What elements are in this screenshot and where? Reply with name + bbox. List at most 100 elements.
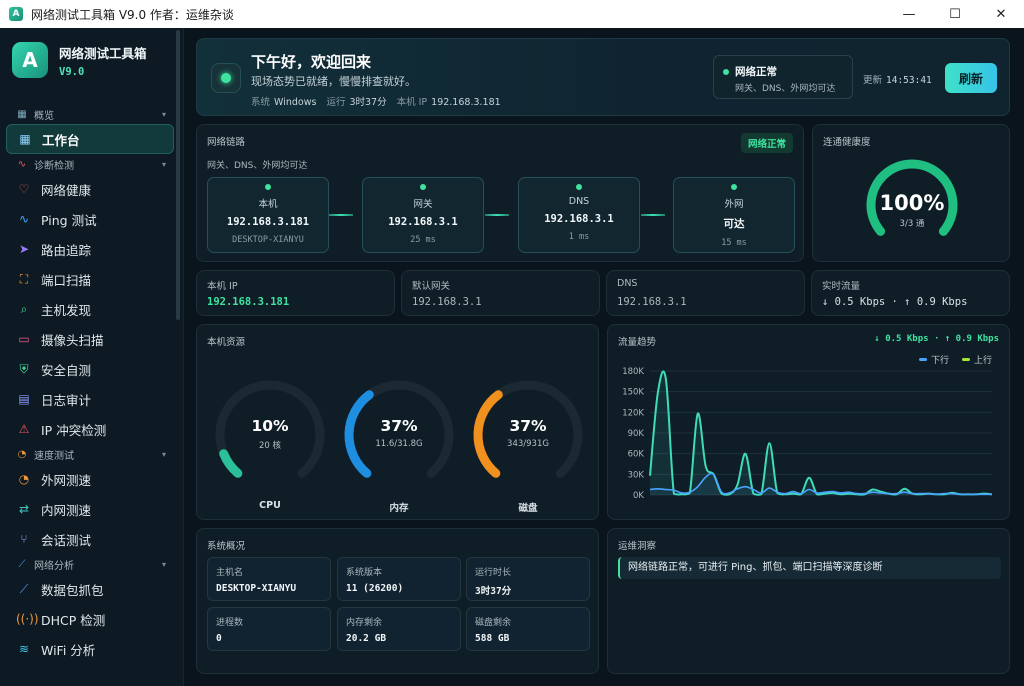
nav-section-1[interactable]: ∿ 诊断检测 ▾ <box>6 154 174 174</box>
sidebar-item-1-7[interactable]: ▤ 日志审计 <box>6 384 174 414</box>
system-title: 系统概况 <box>207 541 246 552</box>
sidebar-item-2-2[interactable]: ⑂ 会话测试 <box>6 524 174 554</box>
sidebar-item-1-5[interactable]: ▭ 摄像头扫描 <box>6 324 174 354</box>
sidebar-item-2-0[interactable]: ◔ 外网测速 <box>6 464 174 494</box>
os-version-tile: 系统版本 11 (26200) <box>337 557 461 601</box>
trend-icon: ⟋ <box>19 581 29 596</box>
refresh-button[interactable]: 刷新 <box>945 63 997 93</box>
node-sub: 25 ms <box>410 235 436 245</box>
node-value: 可达 <box>723 218 745 230</box>
cpu-percent: 10% <box>251 417 289 435</box>
sidebar-item-1-8[interactable]: ⚠ IP 冲突检测 <box>6 414 174 444</box>
chain-node-internet[interactable]: 外网 可达 15 ms <box>673 177 795 253</box>
nav-section-3[interactable]: ⟋ 网络分析 ▾ <box>6 554 174 574</box>
minimize-button[interactable]: — <box>886 0 932 28</box>
system-label: 系统 <box>251 97 271 108</box>
health-count: 3/3 通 <box>899 219 925 229</box>
gauge-arc-0 <box>219 449 243 478</box>
uptime-value: 3时37分 <box>349 97 387 108</box>
chevron-down-icon[interactable]: ▾ <box>162 160 166 169</box>
trend-icon: ⟋ <box>18 558 26 570</box>
grid-icon: ▦ <box>17 108 27 120</box>
sidebar-item-1-0[interactable]: ♡ 网络健康 <box>6 174 174 204</box>
sidebar-item-label: 日志审计 <box>41 392 92 408</box>
traffic-chart: 0K 30K 60K 90K 120K 150K 180K <box>622 367 993 501</box>
close-button[interactable]: ✕ <box>978 0 1024 28</box>
system-value: Windows <box>274 97 317 108</box>
ops-insight-card: 运维洞察 网络链路正常，可进行 Ping、抓包、端口扫描等深度诊断 <box>607 528 1010 674</box>
app-logo-icon: A <box>12 42 48 78</box>
connectivity-health-card: 连通健康度 100% 3/3 通 <box>812 124 1010 262</box>
traffic-value: ↓ 0.5 Kbps · ↑ 0.9 Kbps <box>822 296 968 308</box>
node-label: DNS <box>568 196 590 207</box>
node-value: 192.168.3.1 <box>388 216 458 228</box>
memory-free-tile: 内存剩余 20.2 GB <box>337 607 461 651</box>
maximize-button[interactable]: ☐ <box>932 0 978 28</box>
memory-percent: 37% <box>380 417 418 435</box>
sidebar-item-1-2[interactable]: ➤ 路由追踪 <box>6 234 174 264</box>
scan-icon: ⛶ <box>19 271 29 286</box>
chain-link <box>485 214 509 216</box>
nav-section-label: 速度测试 <box>34 450 74 462</box>
node-label: 网关 <box>413 199 433 210</box>
ip-label: 本机 IP <box>396 97 428 108</box>
dns-card: DNS 192.168.3.1 <box>606 270 805 316</box>
title-bar: A 网络测试工具箱 V9.0 作者：运维杂谈 — ☐ ✕ <box>0 0 1024 28</box>
y-tick-label: 90K <box>628 429 645 439</box>
chain-node-local[interactable]: 本机 192.168.3.181 DESKTOP-XIANYU <box>207 177 329 253</box>
sidebar-scrollbar[interactable] <box>176 30 180 320</box>
resources-card: 本机资源 10% 20 核 CPU 37% 11.6/31.8G 内存 37% … <box>196 324 599 520</box>
sidebar-item-label: 摄像头扫描 <box>41 332 104 348</box>
chevron-down-icon[interactable]: ▾ <box>162 110 166 119</box>
sidebar-item-1-6[interactable]: ⛨ 安全自测 <box>6 354 174 384</box>
wifi-icon: ≋ <box>18 642 30 656</box>
status-dot-icon <box>211 63 241 93</box>
host-meta: 系统 Windows 运行 3时37分 本机 IP 192.168.3.181 <box>251 94 501 108</box>
node-sub: 15 ms <box>721 238 747 248</box>
chain-node-gateway[interactable]: 网关 192.168.3.1 25 ms <box>362 177 484 253</box>
cpu-label: CPU <box>259 500 281 511</box>
sidebar-item-3-2[interactable]: ≋ WiFi 分析 <box>6 634 174 664</box>
brand: A 网络测试工具箱 V9.0 <box>12 42 147 78</box>
nav-section-2[interactable]: ◔ 速度测试 ▾ <box>6 444 174 464</box>
ops-title: 运维洞察 <box>618 541 657 552</box>
last-updated: 更新 14:53:41 <box>863 75 932 86</box>
chevron-down-icon[interactable]: ▾ <box>162 450 166 459</box>
health-percent: 100% <box>879 191 945 215</box>
sidebar-item-label: 会话测试 <box>41 532 92 548</box>
sidebar-item-label: Ping 测试 <box>41 212 97 228</box>
sidebar-item-3-1[interactable]: ((·)) DHCP 检测 <box>6 604 174 634</box>
sidebar-item-1-1[interactable]: ∿ Ping 测试 <box>6 204 174 234</box>
cpu-detail: 20 核 <box>258 441 282 451</box>
network-chain-card: 网络链路 网络正常 网关、DNS、外网均可达 本机 192.168.3.181 … <box>196 124 804 262</box>
sidebar-item-0-0[interactable]: ▦ 工作台 <box>6 124 174 154</box>
y-tick-label: 150K <box>622 388 644 398</box>
sidebar-item-2-1[interactable]: ⇄ 内网测速 <box>6 494 174 524</box>
main-content: 下午好，欢迎回来 现场态势已就绪，慢慢排查就好。 系统 Windows 运行 3时3… <box>184 28 1024 686</box>
sidebar-item-1-4[interactable]: ⌕ 主机发现 <box>6 294 174 324</box>
chain-node-dns[interactable]: DNS 192.168.3.1 1 ms <box>518 177 640 253</box>
nav-section-0[interactable]: ▦ 概览 ▾ <box>6 104 174 124</box>
chevron-down-icon[interactable]: ▾ <box>162 560 166 569</box>
disk-percent: 37% <box>509 417 547 435</box>
status-badge: 网络正常 <box>740 133 793 153</box>
welcome-banner: 下午好，欢迎回来 现场态势已就绪，慢慢排查就好。 系统 Windows 运行 3时3… <box>196 38 1010 116</box>
traffic-label: 实时流量 <box>822 281 861 292</box>
nav-section-label: 网络分析 <box>34 560 74 572</box>
sidebar-item-label: DHCP 检测 <box>41 612 106 628</box>
chain-subtitle: 网关、DNS、外网均可达 <box>207 161 308 171</box>
disk-free-tile: 磁盘剩余 588 GB <box>466 607 590 651</box>
search-icon: ⌕ <box>20 301 28 316</box>
swap-icon: ⇄ <box>18 502 30 516</box>
node-value: 192.168.3.181 <box>226 216 310 228</box>
window-title: 网络测试工具箱 V9.0 作者：运维杂谈 <box>31 7 234 22</box>
sidebar-item-1-3[interactable]: ⛶ 端口扫描 <box>6 264 174 294</box>
app-icon: A <box>9 7 23 21</box>
update-time: 14:53:41 <box>886 75 932 86</box>
y-tick-label: 0K <box>633 491 644 501</box>
node-sub: 1 ms <box>568 232 590 242</box>
traffic-trend-card: 流量趋势 ↓ 0.5 Kbps · ↑ 0.9 Kbps 下行 上行 0K 30K… <box>607 324 1010 520</box>
sidebar-item-label: 外网测速 <box>41 472 92 488</box>
dns-label: DNS <box>617 278 638 289</box>
sidebar-item-3-0[interactable]: ⟋ 数据包抓包 <box>6 574 174 604</box>
